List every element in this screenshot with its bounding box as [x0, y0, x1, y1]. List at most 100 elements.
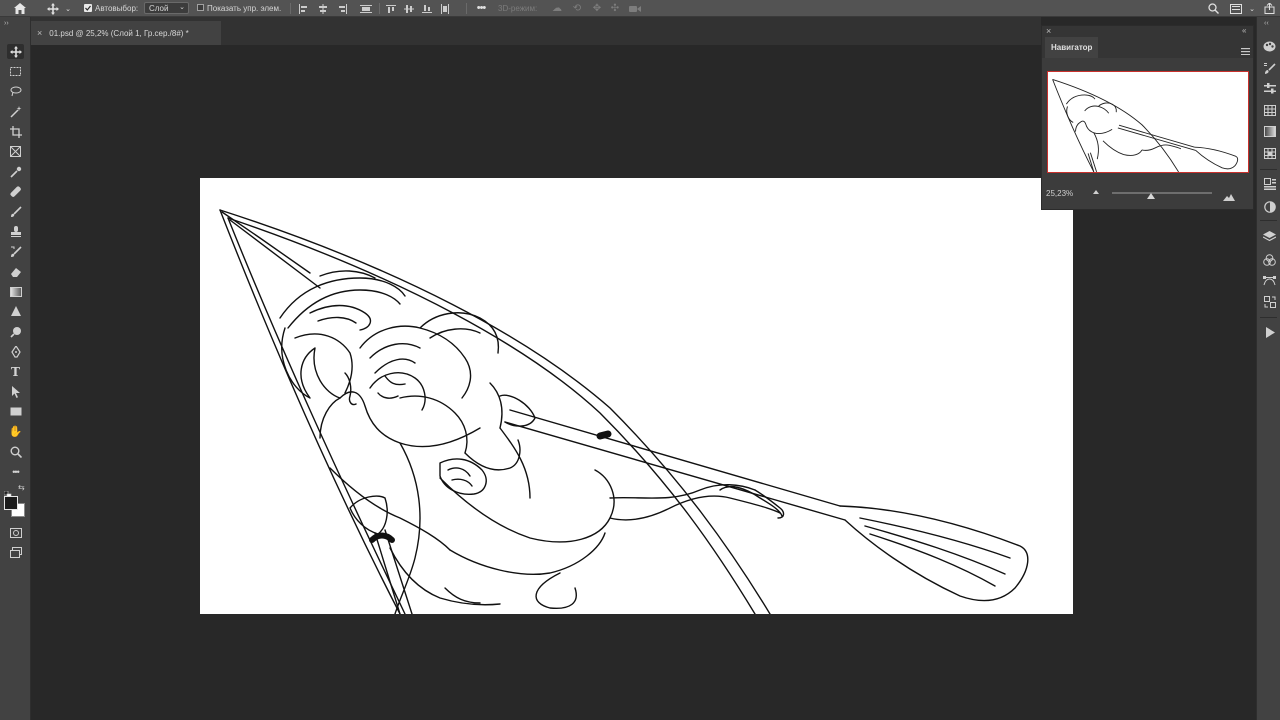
- swap-colors-icon[interactable]: ⇆: [18, 483, 25, 492]
- brushes-icon[interactable]: [1262, 62, 1277, 75]
- navigator-panel: × « Навигатор 25,23%: [1041, 25, 1254, 210]
- collapse-icon[interactable]: «: [1242, 26, 1246, 35]
- align-top-icon[interactable]: [386, 3, 396, 14]
- foreground-color-swatch[interactable]: [4, 496, 18, 510]
- orbit-3d-icon: ☁: [552, 3, 562, 14]
- mode-3d-label: 3D-режим:: [498, 4, 538, 13]
- swatches-icon[interactable]: [1262, 104, 1277, 117]
- blur-icon[interactable]: [7, 304, 24, 319]
- panel-collapse-icon[interactable]: ‹‹: [1264, 20, 1269, 27]
- options-bar: ⌄ Автовыбор: Слой ⌄ Показать упр. элем. …: [0, 0, 1280, 17]
- adjust-icon[interactable]: [1262, 82, 1277, 95]
- slide-3d-icon: ✣: [610, 3, 620, 14]
- document-tabs: × 01.psd @ 25,2% (Слой 1, Гр.сер./8#) *: [31, 17, 1041, 45]
- divider: [379, 3, 380, 14]
- dock-divider: [1260, 169, 1277, 170]
- properties-icon[interactable]: [1262, 177, 1277, 190]
- stamp-icon[interactable]: [7, 224, 24, 239]
- dock-divider: [1260, 317, 1277, 318]
- gradients-icon[interactable]: [1262, 125, 1277, 138]
- tools-panel: ›› T ✋ ••• ⇆: [0, 17, 31, 720]
- divider: [290, 3, 291, 14]
- more-tools-icon[interactable]: •••: [7, 464, 24, 479]
- brush-icon[interactable]: [7, 204, 24, 219]
- chevron-down-icon[interactable]: ⌄: [1248, 3, 1256, 14]
- gradient-icon[interactable]: [7, 284, 24, 299]
- eyedropper-icon[interactable]: [7, 164, 24, 179]
- pen-icon[interactable]: [7, 344, 24, 359]
- play-icon[interactable]: [1262, 326, 1277, 339]
- adjustments-icon[interactable]: [1262, 200, 1277, 213]
- dock-divider: [1260, 220, 1277, 221]
- zoom-percentage[interactable]: 25,23%: [1046, 189, 1073, 198]
- panel-dock: ‹‹: [1256, 17, 1280, 720]
- navigator-title: Навигатор: [1051, 43, 1093, 52]
- document-canvas[interactable]: [200, 178, 1073, 614]
- zoom-in-icon[interactable]: [1223, 188, 1235, 201]
- align-middle-v-icon[interactable]: [404, 3, 414, 14]
- layers-icon[interactable]: [1262, 230, 1277, 243]
- default-colors-icon[interactable]: [3, 485, 12, 499]
- pan-3d-icon: ✥: [592, 3, 602, 14]
- distribute-v-icon[interactable]: [440, 3, 450, 14]
- history-icon[interactable]: [1262, 295, 1277, 308]
- document-tab[interactable]: × 01.psd @ 25,2% (Слой 1, Гр.сер./8#) *: [31, 21, 221, 45]
- share-icon[interactable]: [1262, 2, 1276, 15]
- close-icon[interactable]: ×: [37, 28, 42, 38]
- close-icon[interactable]: ×: [1046, 26, 1051, 36]
- search-icon[interactable]: [1206, 2, 1220, 15]
- align-center-h-icon[interactable]: [318, 3, 328, 14]
- show-transform-checkbox[interactable]: [197, 4, 204, 11]
- hand-icon[interactable]: ✋: [7, 424, 24, 439]
- autoselect-label: Автовыбор:: [95, 4, 139, 13]
- zoom-out-icon[interactable]: [1093, 190, 1099, 194]
- zoom-icon[interactable]: [7, 444, 24, 459]
- align-left-icon[interactable]: [298, 3, 308, 14]
- marquee-icon[interactable]: [7, 64, 24, 79]
- eraser-icon[interactable]: [7, 264, 24, 279]
- ellipsis-icon[interactable]: •••: [474, 2, 488, 14]
- magic-wand-icon[interactable]: [7, 104, 24, 119]
- chevron-down-icon[interactable]: ⌄: [64, 3, 72, 14]
- zoom-slider-knob[interactable]: [1147, 193, 1155, 199]
- type-icon[interactable]: T: [7, 364, 24, 379]
- move-icon[interactable]: [7, 44, 24, 59]
- lasso-icon[interactable]: [7, 84, 24, 99]
- home-icon[interactable]: [13, 2, 27, 15]
- color-panel-icon[interactable]: [1262, 40, 1277, 53]
- line-art-illustration: [219, 209, 1029, 614]
- paths-icon[interactable]: [1262, 274, 1277, 287]
- rectangle-icon[interactable]: [7, 404, 24, 419]
- panel-collapse-icon[interactable]: ››: [4, 20, 9, 27]
- zoom-slider-track[interactable]: [1112, 192, 1212, 194]
- move-tool-preset-icon[interactable]: [46, 2, 60, 15]
- autoselect-value: Слой: [149, 4, 169, 13]
- navigator-tab[interactable]: Навигатор: [1045, 37, 1099, 58]
- autoselect-checkbox[interactable]: [84, 4, 92, 12]
- navigator-header: × « Навигатор: [1042, 26, 1253, 58]
- quick-mask-icon[interactable]: [7, 525, 24, 540]
- channels-icon[interactable]: [1262, 253, 1277, 266]
- show-transform-label: Показать упр. элем.: [207, 4, 282, 13]
- crop-icon[interactable]: [7, 124, 24, 139]
- chevron-down-icon: ⌄: [179, 4, 185, 11]
- dodge-icon[interactable]: [7, 324, 24, 339]
- panel-menu-icon[interactable]: [1241, 42, 1250, 56]
- distribute-icon[interactable]: [360, 3, 372, 14]
- autoselect-dropdown[interactable]: Слой ⌄: [144, 2, 189, 14]
- roll-3d-icon: ⟲: [572, 3, 582, 14]
- workspace-icon[interactable]: [1229, 2, 1243, 15]
- frame-icon[interactable]: [7, 144, 24, 159]
- history-brush-icon[interactable]: [7, 244, 24, 259]
- align-bottom-icon[interactable]: [422, 3, 432, 14]
- navigator-thumbnail-art: [1052, 78, 1239, 172]
- patterns-icon[interactable]: [1262, 147, 1277, 160]
- healing-icon[interactable]: [7, 184, 24, 199]
- camera-3d-icon: [628, 3, 642, 14]
- screen-mode-icon[interactable]: [7, 545, 24, 560]
- align-right-icon[interactable]: [338, 3, 348, 14]
- navigator-preview[interactable]: [1047, 71, 1249, 173]
- path-select-icon[interactable]: [7, 384, 24, 399]
- document-title: 01.psd @ 25,2% (Слой 1, Гр.сер./8#) *: [49, 28, 189, 38]
- divider: [466, 3, 467, 14]
